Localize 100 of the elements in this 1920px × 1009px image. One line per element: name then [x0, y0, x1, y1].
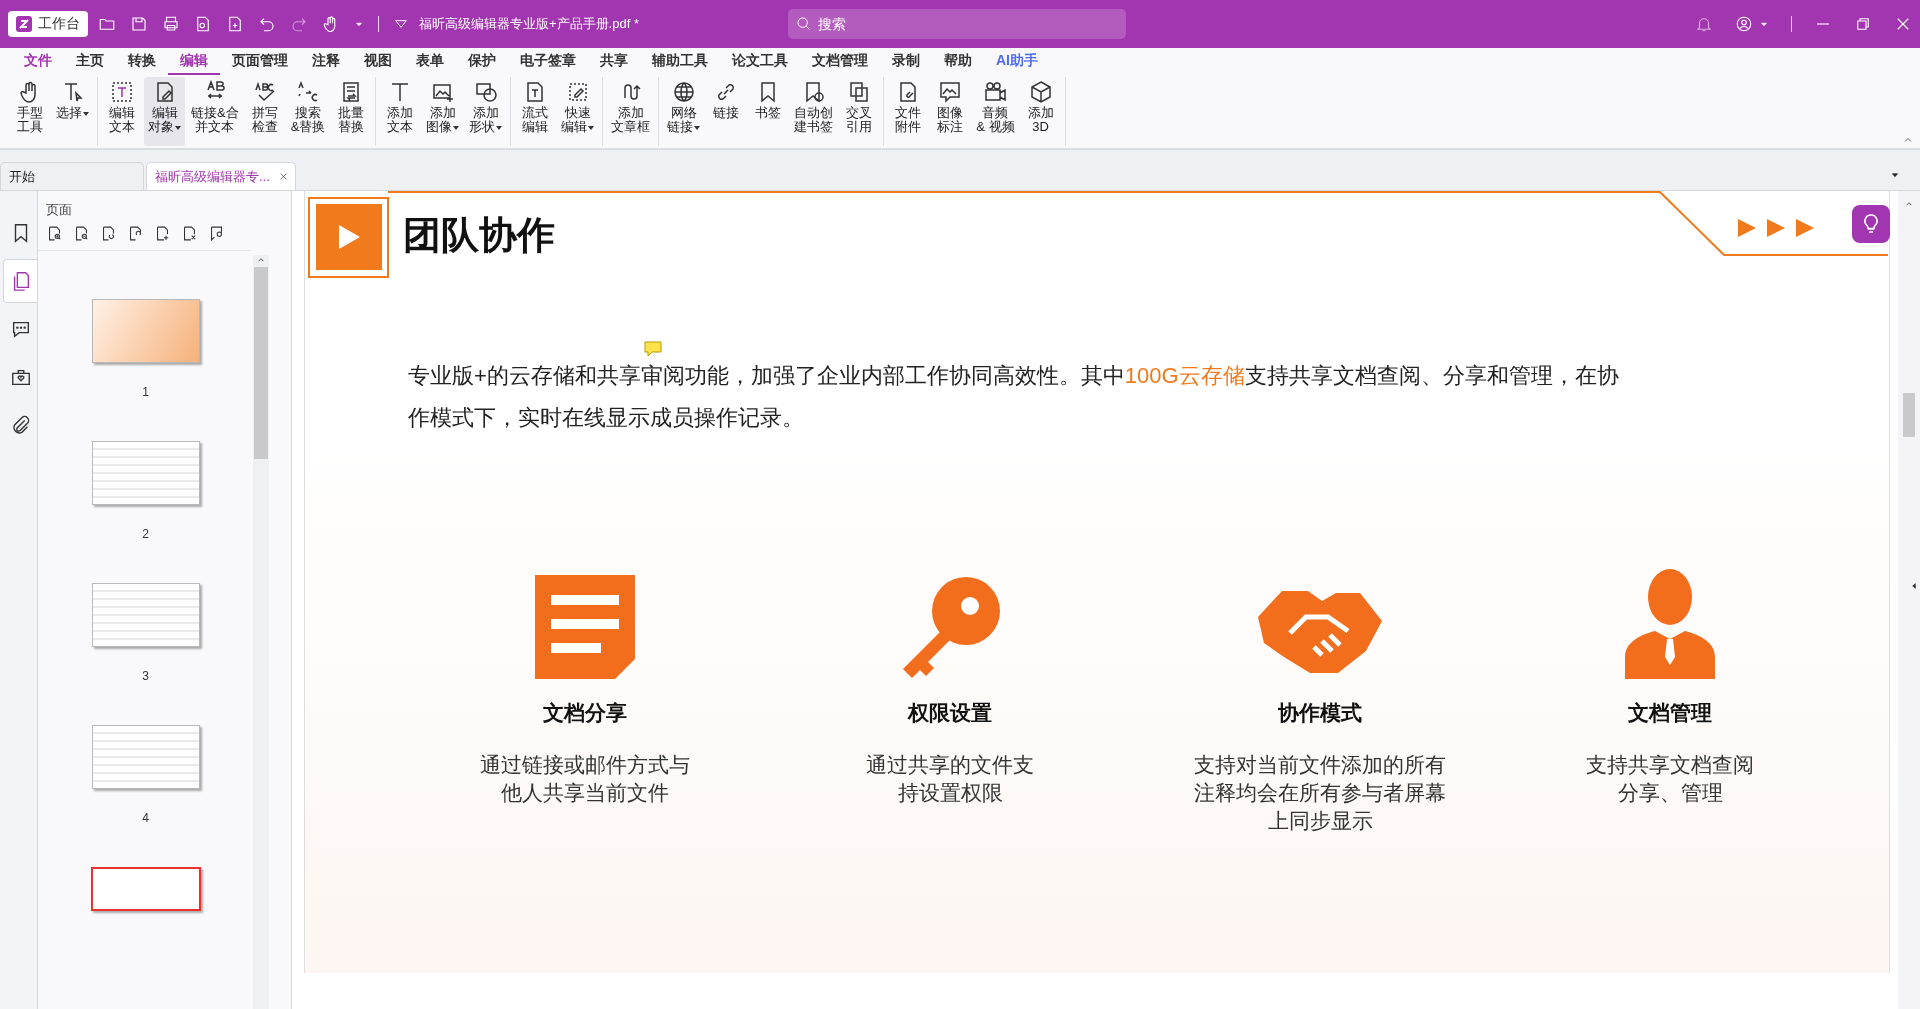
zoom-in-page-icon[interactable] [46, 225, 63, 242]
pages-icon[interactable] [3, 259, 37, 303]
menu-tab[interactable]: 帮助 [932, 48, 984, 75]
cube-icon [1028, 80, 1053, 104]
scrollbar-thumb[interactable] [254, 267, 268, 459]
ribbon-button[interactable]: 添加 形状 [465, 77, 507, 146]
section-heading: 团队协作 [403, 212, 555, 258]
ribbon-button[interactable]: 添加 3D [1020, 77, 1061, 146]
caret-icon[interactable] [588, 125, 595, 130]
ribbon-button[interactable]: 添加 文章框 [607, 77, 655, 146]
ribbon-button[interactable]: 添加 图像 [422, 77, 464, 146]
page-thumbnail[interactable] [91, 299, 200, 363]
menu-tab[interactable]: 电子签章 [508, 48, 588, 75]
undo-icon[interactable] [258, 15, 276, 33]
zoom-out-page-icon[interactable] [73, 225, 90, 242]
page-number: 2 [142, 527, 149, 541]
ribbon-button[interactable]: 链接 [706, 77, 747, 146]
page-thumbnail[interactable] [91, 725, 200, 789]
menu-tab[interactable]: 表单 [404, 48, 456, 75]
person-icon [1625, 569, 1715, 679]
ribbon-button[interactable]: 交叉 引用 [839, 77, 880, 146]
page-thumbnail[interactable] [91, 583, 200, 647]
feature-description: 通过链接或邮件方式与 他人共享当前文件 [480, 752, 690, 806]
ribbon-button[interactable]: 批量 替换 [331, 77, 372, 146]
add-page-icon[interactable] [154, 225, 171, 242]
scrollbar[interactable] [253, 255, 269, 1009]
menu-tab[interactable]: 保护 [456, 48, 508, 75]
menu-tab[interactable]: 注释 [300, 48, 352, 75]
document-tab[interactable]: 福昕高级编辑器专... [146, 162, 296, 190]
menu-tab[interactable]: 页面管理 [220, 48, 300, 75]
feature-description: 通过共享的文件支 持设置权限 [866, 752, 1034, 806]
ribbon-button[interactable]: 手型 工具 [10, 77, 50, 146]
user-icon[interactable] [1735, 15, 1753, 33]
page-number: 4 [142, 811, 149, 825]
menu-tab[interactable]: 转换 [116, 48, 168, 75]
document-tab[interactable]: 开始 [0, 162, 144, 190]
new-document-icon[interactable] [226, 15, 244, 33]
document-icon[interactable] [194, 15, 212, 33]
ribbon-button[interactable]: 编辑 文本 [102, 77, 142, 146]
menu-tab[interactable]: 文件 [12, 48, 64, 75]
ribbon-button[interactable]: 选择 [52, 77, 93, 146]
ribbon-button[interactable]: 文件 附件 [888, 77, 929, 146]
spell-check-icon [252, 80, 277, 104]
print-icon[interactable] [162, 15, 180, 33]
ribbon-button[interactable]: 自动创 建书签 [790, 77, 838, 146]
menu-tab[interactable]: 论文工具 [720, 48, 800, 75]
video-camera-icon [983, 80, 1008, 104]
page-thumbnail[interactable] [91, 441, 200, 505]
workbench-button[interactable]: 工作台 [8, 11, 88, 37]
caret-icon[interactable] [83, 111, 89, 116]
rotate-right-icon[interactable] [127, 225, 144, 242]
page-view-icon[interactable] [208, 225, 225, 242]
feature-title: 文档管理 [1628, 700, 1712, 726]
scrollbar-thumb[interactable] [1903, 393, 1915, 437]
bell-icon[interactable] [1695, 15, 1713, 33]
save-icon[interactable] [130, 15, 148, 33]
caret-icon[interactable] [453, 125, 460, 130]
feature-title: 文档分享 [543, 700, 627, 726]
scrollbar[interactable] [1898, 191, 1920, 1009]
search-field[interactable]: 搜索 [788, 9, 1126, 39]
document-title: 福昕高级编辑器专业版+产品手册.pdf * [419, 15, 639, 33]
page-thumbnail[interactable] [90, 867, 201, 911]
menu-tab[interactable]: 录制 [880, 48, 932, 75]
page-number: 1 [142, 385, 149, 399]
menu-tab[interactable]: 共享 [588, 48, 640, 75]
caret-icon[interactable] [175, 125, 181, 130]
ribbon-button[interactable]: 链接&合 并文本 [187, 77, 243, 146]
feature-title: 协作模式 [1278, 700, 1362, 726]
triple-arrow-icon [1738, 217, 1816, 239]
feature-description: 支持对当前文件添加的所有 注释均会在所有参与者屏幕 上同步显示 [1194, 752, 1446, 834]
ribbon-button[interactable]: 拼写 检查 [244, 77, 285, 146]
page-number: 3 [142, 669, 149, 683]
caret-icon[interactable] [694, 125, 701, 130]
ribbon-button[interactable]: 音频 & 视频 [972, 77, 1019, 146]
globe-link-icon [671, 80, 696, 104]
menu-tab[interactable]: 文档管理 [800, 48, 880, 75]
menu-tab[interactable]: AI助手 [984, 48, 1050, 75]
menu-tab[interactable]: 辅助工具 [640, 48, 720, 75]
restore-icon[interactable] [1854, 15, 1872, 33]
ribbon-button[interactable]: 图像 标注 [930, 77, 971, 146]
rotate-left-icon[interactable] [100, 225, 117, 242]
ribbon-button[interactable]: 网络 链接 [663, 77, 705, 146]
find-replace-icon [296, 80, 320, 104]
menu-tab[interactable]: 主页 [64, 48, 116, 75]
body-paragraph: 专业版+的云存储和共享审阅功能，加强了企业内部工作协同高效性。其中100G云存储支持共享文档查阅、分享和管理，在协作模式下，实时在线显示成员操作记录。 [408, 362, 1620, 432]
delete-page-icon[interactable] [181, 225, 198, 242]
document-icon [535, 575, 635, 679]
caret-icon[interactable] [496, 125, 503, 130]
menu-tab[interactable]: 视图 [352, 48, 404, 75]
text-box-icon [110, 80, 134, 104]
feature-description: 支持共享文档查阅 分享、管理 [1586, 752, 1754, 806]
ribbon-button[interactable]: 编辑 对象 [144, 77, 185, 146]
ribbon-button[interactable]: 流式 编辑 [515, 77, 556, 146]
ribbon-button[interactable]: 搜索 &替换 [286, 77, 330, 146]
ribbon-button[interactable]: 添加 文本 [380, 77, 421, 146]
ribbon-button[interactable]: 书签 [748, 77, 789, 146]
image-annotation-icon [938, 80, 963, 104]
ribbon-button[interactable]: 快速 编辑 [557, 77, 599, 146]
dropdown-icon[interactable] [1890, 170, 1900, 180]
tips-button[interactable] [1852, 205, 1890, 243]
